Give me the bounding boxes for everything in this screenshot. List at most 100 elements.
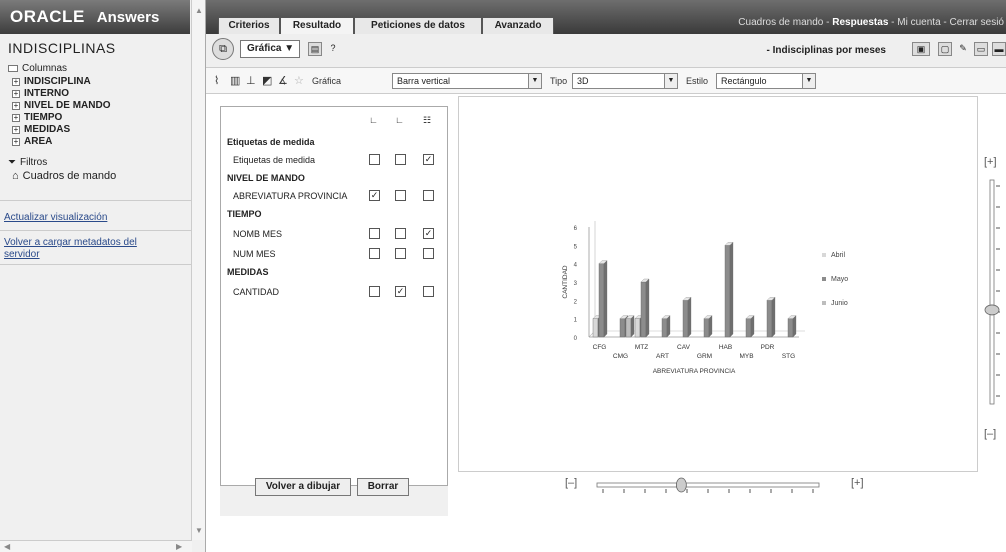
help-icon[interactable]: ?: [326, 42, 340, 56]
bar: [598, 263, 605, 338]
row5-legend-checkbox[interactable]: ✓: [423, 228, 434, 239]
scroll-down-icon[interactable]: ▼: [195, 526, 203, 536]
vertical-slider-thumb[interactable]: [984, 304, 1000, 316]
row1-legend-checkbox[interactable]: ✓: [423, 154, 434, 165]
row3-legend-checkbox[interactable]: [423, 190, 434, 201]
answers-link[interactable]: Respuestas: [832, 17, 888, 28]
view-selector-icon[interactable]: ⧉: [212, 38, 234, 60]
column-label: INTERNO: [24, 88, 69, 99]
dashboard-icon: ⌂: [12, 170, 19, 182]
chart-subtype-value: 3D: [577, 76, 589, 86]
view-toolbar: ⧉ Gráfica ▼ ▤ ? - Indisciplinas por mese…: [206, 34, 1006, 68]
column-item-indisciplina[interactable]: + INDISCIPLINA: [12, 76, 91, 87]
chevron-down-icon[interactable]: ▼: [528, 74, 541, 88]
y-tick-label: 0: [574, 336, 578, 342]
expand-icon[interactable]: +: [12, 137, 20, 146]
x-tick-label: ART: [656, 353, 669, 360]
row3-y-checkbox[interactable]: [395, 190, 406, 201]
dashboards-link[interactable]: Cuadros de mando: [738, 17, 823, 28]
tab-avanzado[interactable]: Avanzado: [482, 17, 554, 34]
column-item-interno[interactable]: + INTERNO: [12, 88, 69, 99]
horizontal-zoom-out[interactable]: [–]: [565, 477, 577, 489]
row6-x-checkbox[interactable]: [369, 248, 380, 259]
row8-y-checkbox[interactable]: ✓: [395, 286, 406, 297]
row1-y-checkbox[interactable]: [395, 154, 406, 165]
bar-side: [708, 315, 713, 338]
row6-y-checkbox[interactable]: [395, 248, 406, 259]
expand-icon[interactable]: +: [12, 125, 20, 134]
redraw-button[interactable]: Volver a dibujar: [255, 478, 351, 496]
column-label: TIEMPO: [24, 112, 63, 123]
edit-icon[interactable]: ✎: [956, 42, 970, 56]
chevron-down-icon[interactable]: ▼: [664, 74, 677, 88]
columns-node[interactable]: Columnas: [8, 63, 67, 74]
x-tick-label: CMG: [613, 353, 628, 360]
column-item-area[interactable]: + AREA: [12, 136, 52, 147]
row5-y-checkbox[interactable]: [395, 228, 406, 239]
expand-icon[interactable]: +: [12, 77, 20, 86]
y-tick-label: 1: [574, 318, 578, 324]
expand-icon[interactable]: +: [12, 101, 20, 110]
refresh-display-link[interactable]: Actualizar visualización: [4, 212, 174, 224]
star-icon[interactable]: ☆: [294, 74, 304, 87]
filter-icon: ⏷: [8, 157, 16, 168]
horizontal-slider-thumb[interactable]: [675, 477, 687, 493]
tab-criterios[interactable]: Criterios: [218, 17, 280, 34]
row8-x-checkbox[interactable]: [369, 286, 380, 297]
view-type-dropdown[interactable]: Gráfica ▼: [240, 40, 300, 58]
expand-icon[interactable]: +: [12, 89, 20, 98]
x-tick-label: CAV: [677, 344, 691, 351]
bar: [787, 318, 794, 338]
column-item-medidas[interactable]: + MEDIDAS: [12, 124, 70, 135]
tab-peticiones[interactable]: Peticiones de datos: [354, 17, 482, 34]
column-item-nivel-de-mando[interactable]: + NIVEL DE MANDO: [12, 100, 111, 111]
chart-type-select[interactable]: Barra vertical ▼: [392, 73, 542, 89]
column-label: MEDIDAS: [24, 124, 71, 135]
properties-icon[interactable]: ▤: [308, 42, 322, 56]
row5-x-checkbox[interactable]: [369, 228, 380, 239]
vertical-slider-track[interactable]: [984, 176, 1004, 416]
save-icon[interactable]: ▣: [912, 42, 930, 56]
scale-icon[interactable]: ∡: [278, 74, 288, 87]
chart-style-select[interactable]: Rectángulo ▼: [716, 73, 816, 89]
reload-metadata-link[interactable]: Volver a cargar metadatos del servidor: [4, 237, 174, 261]
print-icon[interactable]: ▭: [974, 42, 988, 56]
my-account-link[interactable]: Mi cuenta: [897, 17, 940, 28]
axis-icon[interactable]: ⊥: [246, 74, 256, 87]
logout-link[interactable]: Cerrar sesió: [950, 17, 1004, 28]
scroll-right-icon[interactable]: ▶: [176, 542, 182, 552]
scroll-up-icon[interactable]: ▲: [195, 6, 203, 16]
clear-button[interactable]: Borrar: [357, 478, 409, 496]
tab-resultado[interactable]: Resultado: [280, 17, 354, 34]
row1-x-checkbox[interactable]: [369, 154, 380, 165]
horizontal-zoom-slider[interactable]: [–] [+]: [565, 473, 875, 503]
vertical-zoom-out[interactable]: [–]: [984, 428, 996, 440]
dashboards-node[interactable]: ⌂ Cuadros de mando: [12, 170, 116, 182]
column-label: NIVEL DE MANDO: [24, 100, 111, 111]
separator: -: [888, 17, 898, 28]
scroll-left-icon[interactable]: ◀: [4, 542, 10, 552]
horizontal-slider-track[interactable]: [593, 475, 823, 499]
row8-legend-checkbox[interactable]: [423, 286, 434, 297]
sidebar-vertical-scrollbar[interactable]: ▲ ▼: [191, 0, 205, 540]
vertical-zoom-slider[interactable]: [+] [–]: [984, 150, 1004, 450]
chart-subtype-select[interactable]: 3D ▼: [572, 73, 678, 89]
row6-legend-checkbox[interactable]: [423, 248, 434, 259]
area-chart-icon[interactable]: ◩: [262, 74, 272, 87]
bar: [592, 318, 599, 338]
chevron-down-icon[interactable]: ▼: [802, 74, 815, 88]
row3-x-checkbox[interactable]: ✓: [369, 190, 380, 201]
horizontal-zoom-in[interactable]: [+]: [851, 477, 864, 489]
export-icon[interactable]: ▬: [992, 42, 1006, 56]
bar-chart-icon[interactable]: ▥: [230, 74, 240, 87]
vertical-zoom-in[interactable]: [+]: [984, 156, 997, 168]
filters-node[interactable]: ⏷ Filtros: [8, 157, 47, 168]
bar: [661, 318, 668, 338]
line-chart-icon[interactable]: ⌇: [214, 74, 219, 87]
bar-side: [729, 241, 734, 338]
sidebar-horizontal-scrollbar[interactable]: ◀ ▶: [0, 540, 192, 552]
new-icon[interactable]: ▢: [938, 42, 952, 56]
expand-icon[interactable]: +: [12, 113, 20, 122]
type-label: Tipo: [550, 76, 568, 86]
column-item-tiempo[interactable]: + TIEMPO: [12, 112, 62, 123]
